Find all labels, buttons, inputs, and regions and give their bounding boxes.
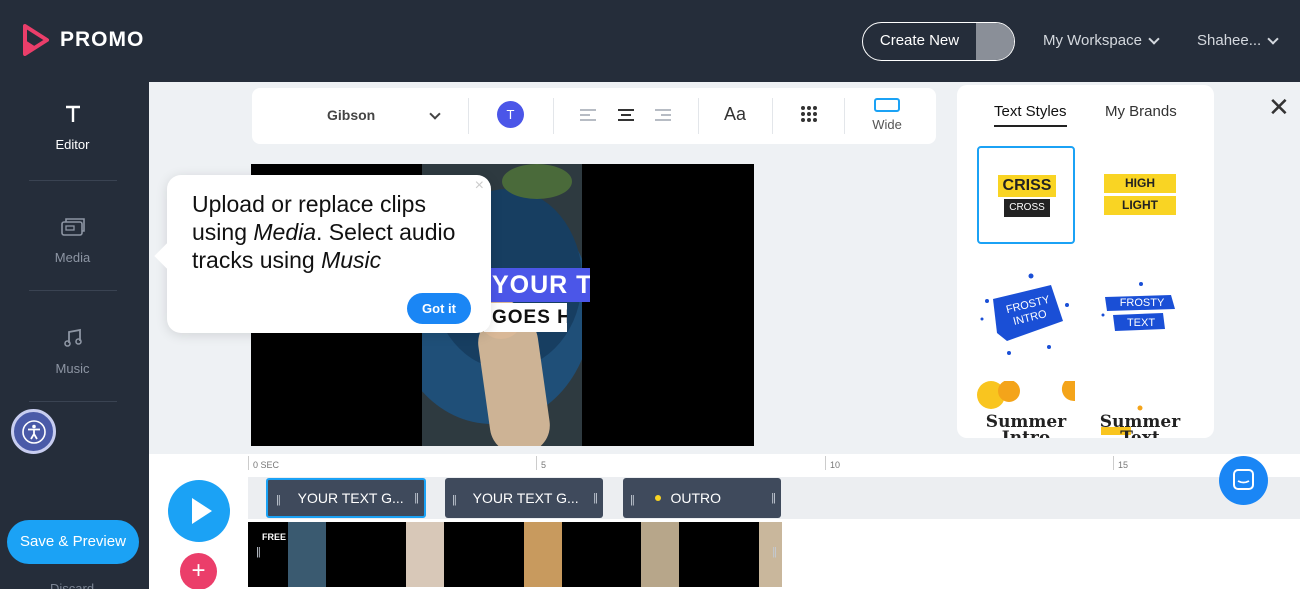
discard-link[interactable]: Discard [50,581,94,589]
play-icon [192,498,212,524]
wide-label: Wide [872,117,902,132]
user-name-label: Shahee... [1197,32,1262,49]
timeline-clip-outro[interactable]: || OUTRO || [623,478,781,518]
align-left-icon[interactable] [580,109,596,124]
close-panel-icon[interactable]: ✕ [1268,94,1290,120]
accessibility-button[interactable] [11,409,56,454]
ruler-tick [825,456,826,470]
drag-handle-icon[interactable]: || [276,482,281,516]
ruler-label: 0 SEC [253,460,280,470]
align-right-icon[interactable] [655,109,671,124]
video-thumbnail [759,522,782,587]
status-dot [654,495,661,501]
logo-text: PROMO [60,28,145,51]
promo-logo[interactable]: PROMO [22,24,144,56]
create-new-label: Create New [879,32,960,49]
workspace-dropdown[interactable]: My Workspace [1043,32,1160,49]
text-t-icon [65,105,80,122]
text-color-button[interactable]: T [497,101,524,128]
clip-label: YOUR TEXT G... [472,490,579,506]
sidebar-divider [29,290,117,291]
toolbar-divider [772,98,773,134]
play-button[interactable] [168,480,230,542]
wide-aspect-icon [874,98,900,112]
user-menu-dropdown[interactable]: Shahee... [1197,32,1279,49]
ruler-label: 10 [830,460,841,470]
clip-label: YOUR TEXT G... [297,490,404,506]
align-center-icon[interactable] [618,109,634,124]
frosty-brush-icon [1101,282,1175,331]
text-overlay-line1[interactable]: YOUR TEXT [484,268,590,302]
create-new-button[interactable]: Create New [862,22,1015,61]
ruler-label: 5 [541,460,547,470]
sidebar-item-label: Media [54,250,91,265]
tab-my-brands[interactable]: My Brands [1105,103,1177,120]
sidebar-item-media[interactable]: Media [0,217,145,265]
style-frosty-intro[interactable]: FROSTY INTRO [979,271,1077,369]
music-note-icon [63,328,82,347]
save-preview-button[interactable]: Save & Preview [7,520,139,564]
style-summer-intro[interactable]: Summer Intro [977,381,1075,438]
tooltip-message: Upload or replace clips using Media. Sel… [192,191,456,273]
text-toolbar: Gibson T Aa Wide [252,88,936,144]
chevron-down-icon [1267,32,1279,45]
onboarding-tooltip: × Upload or replace clips using Media. S… [167,175,491,333]
ruler-tick [536,456,537,470]
chat-support-button[interactable] [1219,456,1268,505]
drag-handle-icon[interactable]: || [452,480,457,518]
ruler-tick [248,456,249,470]
sidebar-item-label: Music [55,361,90,376]
drag-handle-icon[interactable]: || [772,546,777,558]
clip-label: OUTRO [670,490,722,506]
video-thumbnail [524,522,562,587]
drag-handle-icon[interactable]: || [593,478,598,518]
toolbar-divider [844,98,845,134]
timeline: 0 SEC 5 10 15 || YOUR TEXT G... || || YO… [149,454,1300,589]
promo-logo-icon [23,24,49,56]
sidebar-divider [29,401,117,402]
video-thumbnail [288,522,326,587]
position-grid-icon[interactable] [801,106,817,122]
text-styles-panel: Text Styles My Brands CRISS CROSS HIGH L… [957,85,1214,438]
drag-handle-icon[interactable]: || [414,480,419,516]
drag-handle-icon[interactable]: || [771,478,776,518]
top-bar: PROMO Create New My Workspace Shahee... [0,0,1300,82]
wide-layout-button[interactable]: Wide [864,98,910,134]
style-frosty-text[interactable]: FROSTY TEXT [1093,271,1191,369]
sidebar-item-label: Editor [55,137,90,152]
style-summer-text[interactable]: Summer Text [1091,381,1189,438]
drag-handle-icon[interactable]: || [256,546,261,558]
sidebar-divider [29,180,117,181]
accessibility-icon [21,419,46,444]
chevron-down-icon[interactable] [429,108,441,120]
toolbar-divider [698,98,699,134]
toolbar-divider [468,98,469,134]
ruler-label: 15 [1118,460,1129,470]
media-icon [60,218,85,236]
workspace-label: My Workspace [1043,32,1142,49]
sidebar-item-music[interactable]: Music [0,328,145,376]
style-high-light[interactable]: HIGH LIGHT [1091,146,1189,244]
free-badge: FREE [262,532,287,542]
video-thumbnail [406,522,444,587]
add-clip-button[interactable]: + [180,553,217,589]
tab-text-styles[interactable]: Text Styles [994,103,1067,127]
video-track[interactable]: FREE || || [248,522,782,587]
font-size-button[interactable]: Aa [724,104,746,125]
create-new-dropdown-toggle[interactable] [976,23,1014,60]
left-sidebar: Editor Media Music Save & Preview Discar… [0,82,149,589]
drag-handle-icon[interactable]: || [630,480,635,518]
chat-icon [1233,469,1254,490]
sidebar-item-editor[interactable]: Editor [0,104,145,152]
text-overlay-line2[interactable]: GOES HERE [484,303,567,332]
timeline-clip-text-1[interactable]: || YOUR TEXT G... || [266,478,426,518]
toolbar-divider [553,98,554,134]
got-it-button[interactable]: Got it [407,293,471,324]
style-criss-cross[interactable]: CRISS CROSS [977,146,1075,244]
font-select-value[interactable]: Gibson [327,107,375,123]
timeline-clip-text-2[interactable]: || YOUR TEXT G... || [445,478,603,518]
video-thumbnail [641,522,679,587]
chevron-down-icon [1148,32,1160,45]
ruler-tick [1113,456,1114,470]
